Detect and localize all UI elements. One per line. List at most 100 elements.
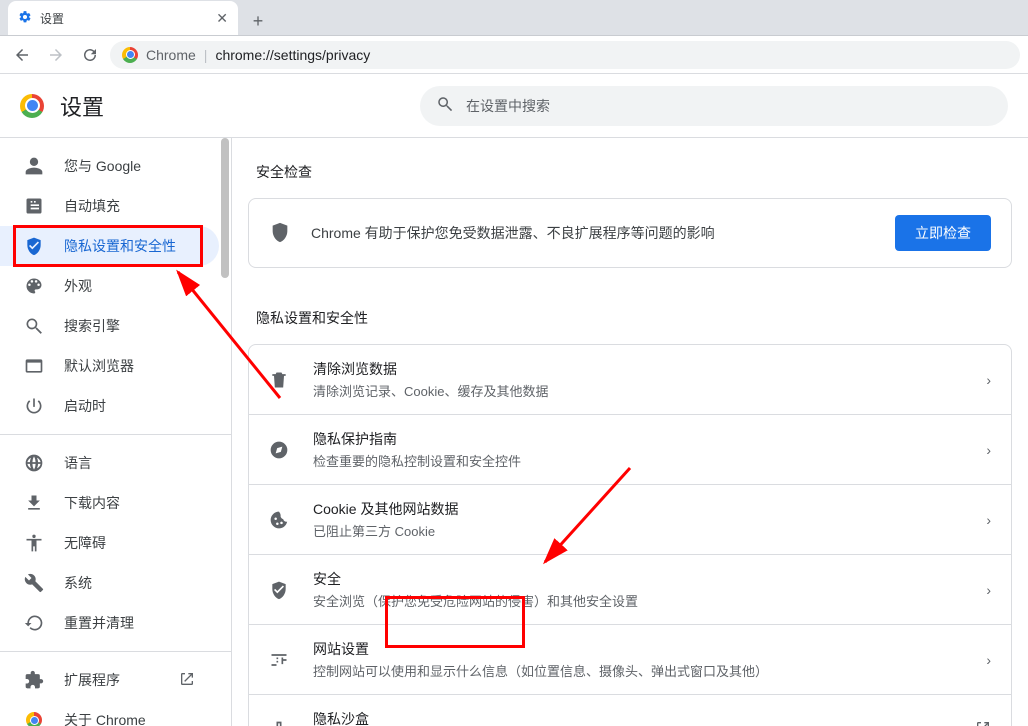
omnibox[interactable]: Chrome | chrome://settings/privacy: [110, 41, 1020, 69]
compass-icon: [269, 440, 289, 460]
item-privacy-sandbox[interactable]: 隐私沙盒 试用版功能已开启: [249, 694, 1011, 726]
external-link-icon: [975, 720, 991, 726]
shield-check-icon: [269, 580, 289, 600]
new-tab-button[interactable]: +: [244, 7, 272, 35]
nav-divider: [0, 651, 231, 652]
sidebar-item-label: 重置并清理: [64, 613, 134, 633]
tab-strip: 设置 ✕ +: [0, 0, 1028, 36]
search-icon: [24, 316, 44, 336]
cookie-icon: [269, 510, 289, 530]
run-safety-check-button[interactable]: 立即检查: [895, 215, 991, 251]
search-placeholder: 在设置中搜索: [466, 96, 550, 116]
item-clear-browsing-data[interactable]: 清除浏览数据 清除浏览记录、Cookie、缓存及其他数据 ›: [249, 345, 1011, 414]
omnibox-url: chrome://settings/privacy: [215, 47, 370, 63]
sidebar-item-label: 自动填充: [64, 196, 120, 216]
item-title: 安全: [313, 569, 962, 589]
tune-icon: [269, 650, 289, 670]
sidebar-item-label: 您与 Google: [64, 156, 141, 176]
privacy-list: 清除浏览数据 清除浏览记录、Cookie、缓存及其他数据 › 隐私保护指南 检查…: [248, 344, 1012, 726]
browser-toolbar: Chrome | chrome://settings/privacy: [0, 36, 1028, 74]
omnibox-scheme: Chrome: [146, 47, 196, 63]
restore-icon: [24, 613, 44, 633]
item-privacy-guide[interactable]: 隐私保护指南 检查重要的隐私控制设置和安全控件 ›: [249, 414, 1011, 484]
gear-icon: [18, 10, 32, 27]
sidebar-item-label: 扩展程序: [64, 670, 120, 690]
chrome-logo-icon: [20, 94, 44, 118]
flask-icon: [269, 720, 289, 726]
sidebar-item-downloads[interactable]: 下载内容: [0, 483, 219, 523]
scrollbar-thumb[interactable]: [221, 138, 229, 278]
browser-tab[interactable]: 设置 ✕: [8, 1, 238, 35]
external-link-icon: [179, 671, 195, 690]
item-subtitle: 控制网站可以使用和显示什么信息（如位置信息、摄像头、弹出式窗口及其他）: [313, 661, 962, 680]
sidebar-item-accessibility[interactable]: 无障碍: [0, 523, 219, 563]
close-icon[interactable]: ✕: [216, 10, 228, 27]
item-title: 隐私沙盒: [313, 709, 951, 726]
chrome-icon: [122, 47, 138, 63]
section-title-privacy: 隐私设置和安全性: [256, 308, 1020, 328]
sidebar-item-languages[interactable]: 语言: [0, 443, 219, 483]
item-title: 隐私保护指南: [313, 429, 962, 449]
chrome-icon: [24, 710, 44, 726]
shield-icon: [24, 236, 44, 256]
palette-icon: [24, 276, 44, 296]
sidebar-item-label: 关于 Chrome: [64, 710, 146, 726]
autofill-icon: [24, 196, 44, 216]
tab-title: 设置: [40, 10, 64, 27]
settings-main: 安全检查 Chrome 有助于保护您免受数据泄露、不良扩展程序等问题的影响 立即…: [232, 138, 1028, 726]
sidebar-item-privacy[interactable]: 隐私设置和安全性: [0, 226, 219, 266]
sidebar-item-label: 语言: [64, 453, 92, 473]
sidebar-item-appearance[interactable]: 外观: [0, 266, 219, 306]
chevron-right-icon: ›: [986, 652, 991, 668]
sidebar-item-label: 隐私设置和安全性: [64, 236, 176, 256]
item-subtitle: 安全浏览（保护您免受危险网站的侵害）和其他安全设置: [313, 591, 962, 610]
omnibox-separator: |: [204, 47, 208, 63]
sidebar-item-search-engine[interactable]: 搜索引擎: [0, 306, 219, 346]
sidebar-item-label: 无障碍: [64, 533, 106, 553]
back-button[interactable]: [8, 41, 36, 69]
item-title: 网站设置: [313, 639, 962, 659]
sidebar-item-autofill[interactable]: 自动填充: [0, 186, 219, 226]
item-security[interactable]: 安全 安全浏览（保护您免受危险网站的侵害）和其他安全设置 ›: [249, 554, 1011, 624]
trash-icon: [269, 370, 289, 390]
item-site-settings[interactable]: 网站设置 控制网站可以使用和显示什么信息（如位置信息、摄像头、弹出式窗口及其他）…: [249, 624, 1011, 694]
chevron-right-icon: ›: [986, 372, 991, 388]
safety-check-card: Chrome 有助于保护您免受数据泄露、不良扩展程序等问题的影响 立即检查: [248, 198, 1012, 268]
settings-header: 设置 在设置中搜索: [0, 74, 1028, 138]
sidebar-item-default-browser[interactable]: 默认浏览器: [0, 346, 219, 386]
chevron-right-icon: ›: [986, 582, 991, 598]
sidebar-item-reset[interactable]: 重置并清理: [0, 603, 219, 643]
sidebar-item-label: 系统: [64, 573, 92, 593]
globe-icon: [24, 453, 44, 473]
item-title: 清除浏览数据: [313, 359, 962, 379]
sidebar-item-system[interactable]: 系统: [0, 563, 219, 603]
download-icon: [24, 493, 44, 513]
page-title: 设置: [60, 90, 104, 122]
item-subtitle: 检查重要的隐私控制设置和安全控件: [313, 451, 962, 470]
section-title-safety: 安全检查: [256, 162, 1020, 182]
item-cookies[interactable]: Cookie 及其他网站数据 已阻止第三方 Cookie ›: [249, 484, 1011, 554]
chevron-right-icon: ›: [986, 512, 991, 528]
search-icon: [436, 95, 454, 116]
sidebar-item-label: 默认浏览器: [64, 356, 134, 376]
sidebar-item-label: 启动时: [64, 396, 106, 416]
forward-button[interactable]: [42, 41, 70, 69]
nav-divider: [0, 434, 231, 435]
sidebar-item-label: 下载内容: [64, 493, 120, 513]
browser-icon: [24, 356, 44, 376]
sidebar-item-extensions[interactable]: 扩展程序: [0, 660, 219, 700]
sidebar-item-about[interactable]: 关于 Chrome: [0, 700, 219, 726]
shield-icon: [269, 221, 291, 246]
accessibility-icon: [24, 533, 44, 553]
settings-sidebar: 您与 Google 自动填充 隐私设置和安全性 外观 搜索引擎 默认浏览器 启动…: [0, 138, 232, 726]
item-subtitle: 清除浏览记录、Cookie、缓存及其他数据: [313, 381, 962, 400]
sidebar-item-you-and-google[interactable]: 您与 Google: [0, 146, 219, 186]
sidebar-item-startup[interactable]: 启动时: [0, 386, 219, 426]
sidebar-item-label: 外观: [64, 276, 92, 296]
reload-button[interactable]: [76, 41, 104, 69]
safety-check-text: Chrome 有助于保护您免受数据泄露、不良扩展程序等问题的影响: [311, 223, 875, 243]
item-subtitle: 已阻止第三方 Cookie: [313, 521, 962, 540]
item-title: Cookie 及其他网站数据: [313, 499, 962, 519]
wrench-icon: [24, 573, 44, 593]
settings-search[interactable]: 在设置中搜索: [420, 86, 1008, 126]
